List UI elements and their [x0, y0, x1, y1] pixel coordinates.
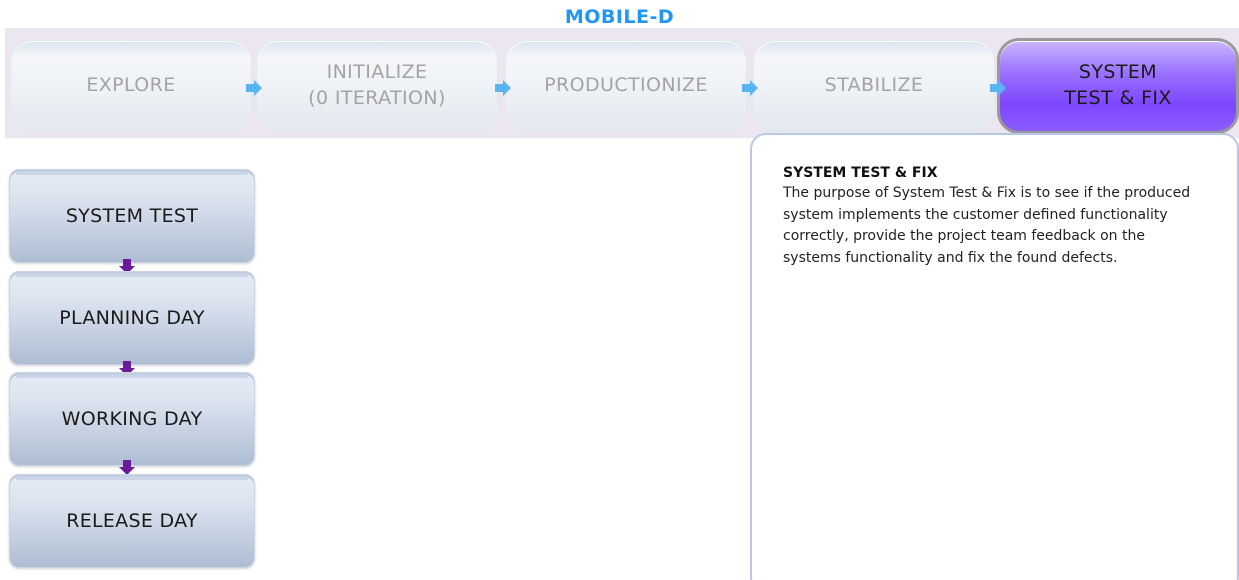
info-panel-title: SYSTEM TEST & FIX [783, 165, 938, 181]
phase-system-test-fix[interactable]: SYSTEM TEST & FIX [997, 38, 1239, 134]
arrow-right-icon [246, 80, 262, 96]
phase-stabilize[interactable]: STABILIZE [753, 40, 995, 132]
stage-working-day[interactable]: WORKING DAY [9, 372, 255, 466]
phase-stabilize-label: STABILIZE [824, 74, 924, 97]
stage-planning-day-label: PLANNING DAY [59, 307, 205, 329]
stage-working-day-label: WORKING DAY [61, 408, 203, 430]
phase-productionize-label: PRODUCTIONIZE [544, 74, 708, 97]
stage-system-test-label: SYSTEM TEST [65, 205, 199, 227]
phase-system-test-fix-sublabel: TEST & FIX [1064, 87, 1172, 109]
info-panel-text: The purpose of System Test & Fix is to s… [783, 185, 1191, 266]
phase-explore[interactable]: EXPLORE [10, 40, 252, 132]
stage-release-day-label: RELEASE DAY [66, 510, 198, 532]
diagram-title: MOBILE-D [564, 6, 675, 28]
phase-initialize-sublabel: (0 ITERATION) [308, 87, 446, 109]
phase-initialize-label: INITIALIZE [326, 61, 428, 84]
stage-planning-day[interactable]: PLANNING DAY [9, 271, 255, 365]
phase-initialize[interactable]: INITIALIZE (0 ITERATION) [256, 40, 498, 132]
stage-release-day[interactable]: RELEASE DAY [9, 474, 255, 568]
phase-productionize[interactable]: PRODUCTIONIZE [505, 40, 747, 132]
phase-system-test-fix-label: SYSTEM [1078, 61, 1158, 84]
info-panel: SYSTEM TEST & FIX The purpose of System … [750, 133, 1239, 580]
stage-system-test[interactable]: SYSTEM TEST [9, 169, 255, 263]
arrow-right-icon [990, 80, 1006, 96]
phase-explore-label: EXPLORE [86, 74, 176, 97]
arrow-right-icon [495, 80, 511, 96]
arrow-right-icon [742, 80, 758, 96]
